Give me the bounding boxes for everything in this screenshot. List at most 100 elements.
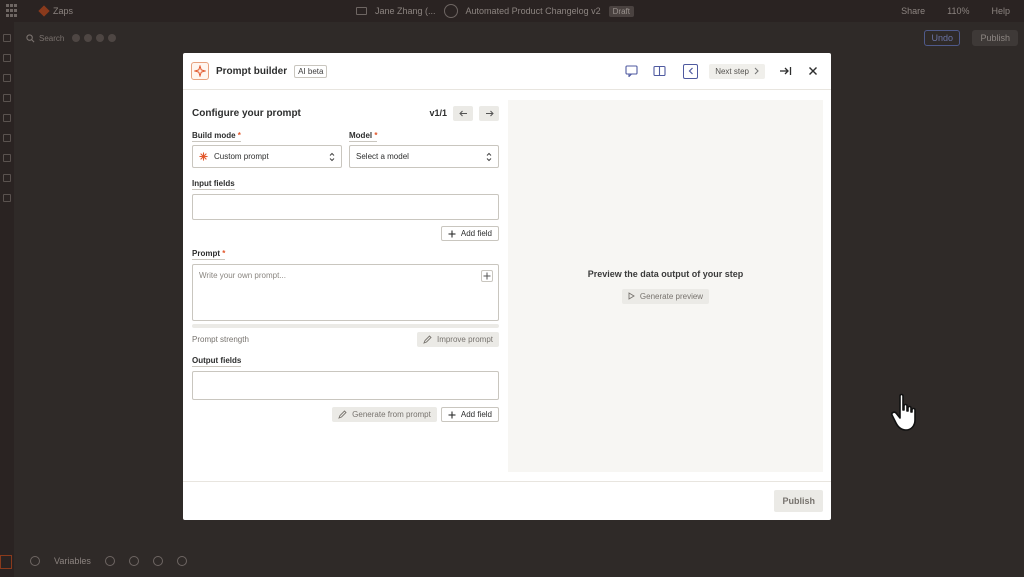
output-fields-box[interactable] (192, 371, 499, 400)
rail-icon[interactable] (3, 34, 11, 42)
output-fields-label: Output fields (192, 356, 242, 367)
hand-cursor-icon (891, 393, 916, 431)
build-mode-select[interactable]: Custom prompt (192, 145, 342, 168)
top-bar-actions: Share 110% Help (901, 6, 1010, 16)
next-step-label: Next step (715, 66, 749, 76)
rail-icon[interactable] (3, 114, 11, 122)
configure-header: Configure your prompt v1/1 (192, 101, 499, 125)
prompt-builder-modal: Prompt builder AI beta Next step Configu… (183, 53, 831, 520)
asterisk-icon (199, 152, 208, 161)
publish-button[interactable]: Publish (774, 490, 823, 512)
rail-icon[interactable] (3, 194, 11, 202)
modal-title: Prompt builder (216, 65, 288, 77)
bottom-corner-icon[interactable] (0, 555, 12, 569)
prompt-builder-logo-icon (191, 62, 209, 80)
input-fields-box[interactable] (192, 194, 499, 220)
improve-prompt-button[interactable]: Improve prompt (416, 332, 499, 347)
chevron-right-icon (754, 67, 759, 75)
insert-data-button[interactable] (481, 270, 493, 282)
app-brand[interactable]: Zaps (38, 5, 74, 17)
layout-icon[interactable] (104, 556, 115, 566)
version-label: v1/1 (429, 108, 447, 118)
add-output-field-button[interactable]: Add field (440, 407, 499, 422)
plus-icon (448, 411, 456, 418)
zap-icon (443, 4, 458, 18)
folder-icon (356, 7, 367, 15)
previous-step-button[interactable] (683, 63, 699, 79)
chevron-left-icon (688, 67, 693, 75)
rail-icon[interactable] (3, 134, 11, 142)
bottom-bar: Variables (30, 556, 187, 566)
comment-icon[interactable] (623, 63, 639, 79)
zoom-level[interactable]: 110% (947, 6, 969, 16)
search-icon[interactable] (176, 556, 187, 566)
globe-icon (30, 556, 40, 566)
search-label: Search (39, 33, 65, 43)
avatar (72, 34, 81, 42)
bolt-icon[interactable] (128, 556, 139, 566)
undo-button[interactable]: Undo (924, 30, 960, 46)
model-value: Select a model (356, 152, 409, 161)
avatar (96, 34, 105, 42)
variables-button[interactable]: Variables (54, 556, 91, 566)
app-name: Zaps (53, 6, 74, 16)
avatar (108, 34, 117, 42)
owner-name[interactable]: Jane Zhang (... (375, 6, 436, 16)
top-bar: Zaps Jane Zhang (... Automated Product C… (0, 0, 1024, 22)
prompt-strength-label: Prompt strength (192, 335, 249, 344)
chevron-up-down-icon (329, 152, 335, 161)
search-area[interactable]: Search (26, 34, 64, 43)
next-step-button[interactable]: Next step (709, 63, 765, 79)
preview-panel: Preview the data output of your step Gen… (508, 100, 823, 472)
plus-icon (448, 230, 456, 237)
zap-title[interactable]: Automated Product Changelog v2 (466, 6, 601, 16)
prompt-textarea[interactable]: Write your own prompt... (192, 264, 499, 321)
toolbar-publish-button[interactable]: Publish (972, 30, 1018, 46)
plus-icon (483, 272, 491, 280)
wrench-icon[interactable] (152, 556, 163, 566)
breadcrumb: Jane Zhang (... Automated Product Change… (356, 4, 634, 18)
editor-toolbar: Search Undo Publish (14, 28, 1024, 48)
build-mode-value: Custom prompt (214, 152, 269, 161)
share-button[interactable]: Share (901, 6, 925, 16)
add-field-label: Add field (460, 229, 492, 238)
rail-icon[interactable] (3, 174, 11, 182)
rail-icon[interactable] (3, 94, 11, 102)
version-next-button[interactable] (479, 105, 499, 121)
help-button[interactable]: Help (991, 6, 1010, 16)
generate-preview-label: Generate preview (639, 291, 704, 301)
modal-header: Prompt builder AI beta Next step (183, 53, 831, 90)
prompt-group: Prompt * Write your own prompt... Prompt… (192, 247, 499, 347)
rail-icon[interactable] (3, 154, 11, 162)
left-rail (0, 22, 14, 577)
zapier-logo-icon (38, 5, 50, 17)
rail-icon[interactable] (3, 74, 11, 82)
generate-from-prompt-button[interactable]: Generate from prompt (332, 407, 437, 422)
model-label: Model * (349, 131, 378, 142)
add-input-field-button[interactable]: Add field (440, 226, 499, 241)
avatar (84, 34, 93, 42)
input-fields-label: Input fields (192, 179, 235, 190)
prompt-label: Prompt * (192, 249, 226, 260)
play-icon (628, 292, 635, 300)
rail-icon[interactable] (3, 54, 11, 62)
mode-model-row: Build mode * Custom prompt Model * Selec… (192, 129, 499, 168)
modal-footer: Publish (183, 481, 831, 520)
build-mode-label: Build mode * (192, 131, 241, 142)
improve-prompt-label: Improve prompt (436, 335, 493, 344)
apps-grid-icon[interactable] (6, 4, 20, 18)
generate-preview-button[interactable]: Generate preview (621, 288, 710, 304)
model-group: Model * Select a model (349, 129, 499, 168)
prompt-strength-bar (192, 324, 499, 328)
generate-from-prompt-label: Generate from prompt (352, 410, 431, 419)
book-icon[interactable] (651, 63, 667, 79)
collaborator-avatars (72, 34, 117, 42)
collapse-panel-icon[interactable] (777, 63, 793, 79)
prompt-placeholder: Write your own prompt... (199, 271, 286, 280)
model-select[interactable]: Select a model (349, 145, 499, 168)
version-controls: v1/1 (429, 105, 499, 121)
close-icon[interactable] (805, 63, 821, 79)
configure-panel: Configure your prompt v1/1 Build mode * … (192, 101, 499, 422)
version-previous-button[interactable] (453, 105, 473, 121)
prompt-strength-row: Prompt strength Improve prompt (192, 332, 499, 347)
